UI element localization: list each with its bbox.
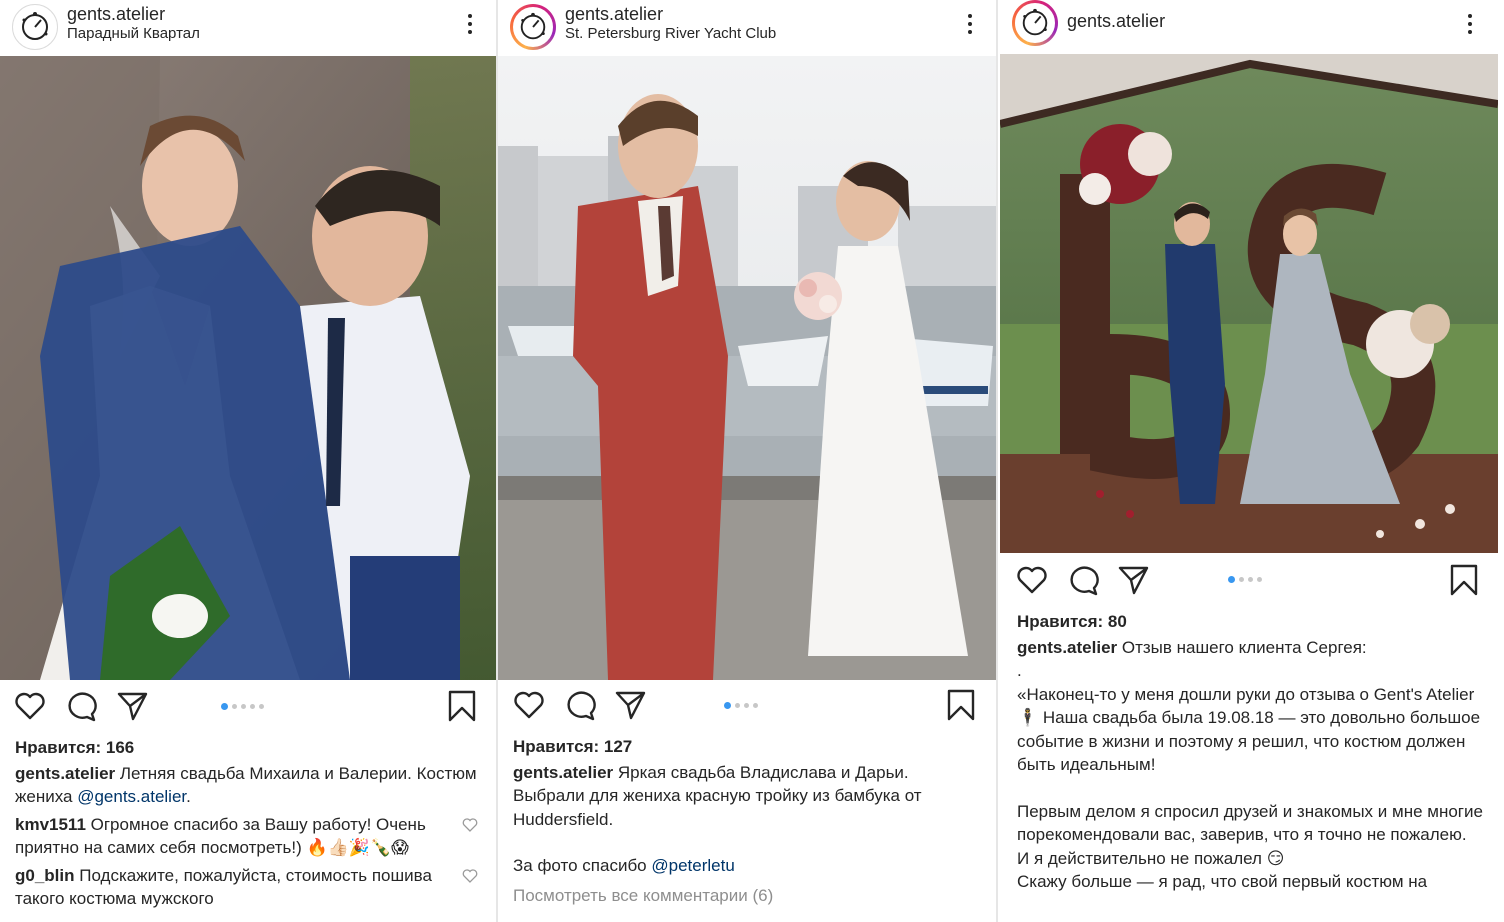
share-icon[interactable] — [1117, 564, 1149, 596]
bookmark-icon[interactable] — [447, 690, 477, 722]
caption-username[interactable]: gents.atelier — [1017, 638, 1117, 657]
share-icon[interactable] — [614, 689, 646, 721]
photo-credit: За фото спасибо @peterletu — [513, 854, 982, 878]
username-link[interactable]: gents.atelier — [565, 5, 776, 23]
avatar[interactable] — [1012, 0, 1058, 46]
credit-mention-link[interactable]: @peterletu — [651, 856, 734, 875]
caption: gents.atelier Летняя свадьба Михаила и В… — [15, 762, 482, 809]
comment-item: g0_blin Подскажите, пожалуйста, стоимост… — [15, 864, 482, 911]
caption-username[interactable]: gents.atelier — [513, 763, 613, 782]
bookmark-icon[interactable] — [1449, 564, 1479, 596]
caption-username[interactable]: gents.atelier — [15, 764, 115, 783]
comment-like-icon[interactable] — [462, 817, 478, 833]
column-divider — [996, 0, 998, 922]
review-paragraph: Скажу больше — я рад, что свой первый ко… — [1017, 872, 1428, 891]
like-icon[interactable] — [14, 690, 46, 722]
action-bar — [0, 690, 496, 730]
comment-username[interactable]: g0_blin — [15, 866, 75, 885]
action-bar — [1000, 564, 1504, 604]
like-icon[interactable] — [1016, 564, 1048, 596]
credit-text: За фото спасибо — [513, 856, 652, 875]
comment-icon[interactable] — [1067, 564, 1099, 596]
logo-icon — [520, 12, 546, 40]
username-link[interactable]: gents.atelier — [67, 5, 200, 23]
comment-icon[interactable] — [65, 690, 97, 722]
more-options-icon[interactable] — [466, 12, 474, 36]
post-header: gents.atelier St. Petersburg River Yacht… — [498, 0, 996, 54]
caption-mention-link[interactable]: @gents.atelier — [77, 787, 186, 806]
caption-text: Отзыв нашего клиента Сергея: — [1117, 637, 1367, 657]
bookmark-icon[interactable] — [946, 689, 976, 721]
share-icon[interactable] — [116, 690, 148, 722]
avatar[interactable] — [510, 4, 556, 50]
logo-icon — [22, 12, 48, 40]
review-paragraph: И я действительно не пожалел 😏 — [1017, 848, 1285, 868]
wedding-photo-image — [0, 56, 496, 680]
post-photo[interactable] — [1000, 54, 1498, 553]
caption-dot-line: . — [1017, 661, 1022, 680]
wedding-photo-image — [1000, 54, 1498, 553]
likes-count[interactable]: Нравится: 80 — [1017, 610, 1490, 634]
post-card-3: gents.atelier Нравится: 80 gents.atelier… — [1000, 0, 1504, 922]
likes-count[interactable]: Нравится: 127 — [513, 735, 982, 759]
comment-item: kmv1511 Огромное спасибо за Вашу работу!… — [15, 813, 482, 860]
post-card-1: gents.atelier Парадный Квартал Нравится:… — [0, 0, 496, 922]
location-link[interactable]: St. Petersburg River Yacht Club — [565, 25, 776, 43]
wedding-photo-image — [498, 56, 996, 680]
post-card-2: gents.atelier St. Petersburg River Yacht… — [498, 0, 996, 922]
carousel-dots — [724, 702, 758, 709]
caption-end: . — [186, 787, 191, 806]
review-paragraph: Первым делом я спросил друзей и знакомых… — [1017, 801, 1483, 845]
post-photo[interactable] — [0, 56, 496, 680]
review-paragraph: «Наконец-то у меня дошли руки до отзыва … — [1017, 684, 1481, 775]
caption: gents.atelier Отзыв нашего клиента Серге… — [1017, 636, 1490, 660]
caption: gents.atelier Яркая свадьба Владислава и… — [513, 761, 982, 832]
avatar[interactable] — [12, 4, 58, 50]
location-link[interactable]: Парадный Квартал — [67, 25, 200, 43]
username-link[interactable]: gents.atelier — [1067, 12, 1165, 30]
carousel-dots — [221, 703, 264, 710]
action-bar — [498, 689, 996, 729]
post-photo[interactable] — [498, 56, 996, 680]
view-all-comments-link[interactable]: Посмотреть все комментарии (6) — [513, 884, 982, 908]
comment-icon[interactable] — [564, 689, 596, 721]
comment-text: Подскажите, пожалуйста, стоимость пошива… — [15, 865, 432, 909]
post-header: gents.atelier Парадный Квартал — [0, 0, 496, 54]
like-icon[interactable] — [513, 689, 545, 721]
post-header: gents.atelier — [1000, 0, 1504, 54]
comment-like-icon[interactable] — [462, 868, 478, 884]
more-options-icon[interactable] — [1466, 12, 1474, 36]
likes-count[interactable]: Нравится: 166 — [15, 736, 482, 760]
carousel-dots — [1228, 576, 1262, 583]
more-options-icon[interactable] — [966, 12, 974, 36]
comment-username[interactable]: kmv1511 — [15, 815, 86, 834]
logo-icon — [1022, 8, 1048, 36]
